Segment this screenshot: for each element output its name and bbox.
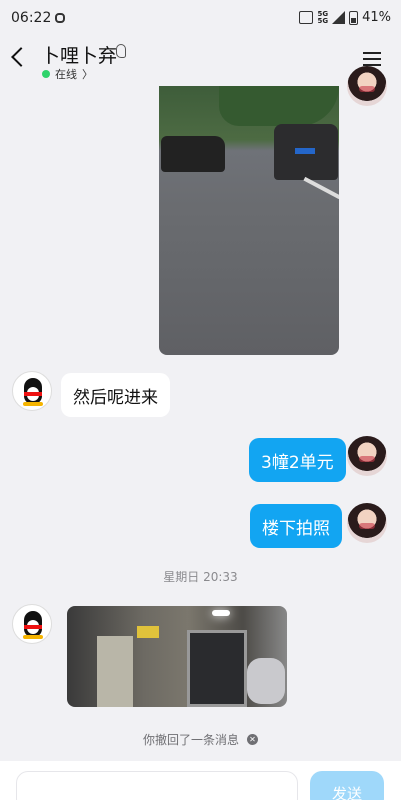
status-time: 06:22 (11, 10, 52, 26)
online-status-label: 在线 (55, 68, 77, 81)
my-avatar[interactable] (347, 436, 387, 476)
message-input[interactable] (16, 771, 298, 800)
nfc-icon (299, 11, 314, 24)
message-bubble[interactable]: 然后呢进来 (61, 373, 170, 417)
sign-shape (137, 626, 159, 638)
my-avatar[interactable] (347, 66, 387, 106)
close-icon[interactable]: ✕ (247, 734, 258, 745)
ear-icon[interactable] (116, 44, 126, 58)
battery-icon (349, 10, 359, 25)
network-5g-icon: 5G 5G (317, 9, 329, 25)
shelf-shape (97, 636, 133, 707)
menu-icon[interactable] (363, 52, 381, 66)
input-bar: 发送 (0, 761, 401, 800)
status-right: 5G 5G 41% (299, 10, 391, 25)
trees-shape (219, 86, 339, 126)
battery-percent: 41% (362, 10, 391, 25)
road-marking-shape (303, 176, 339, 200)
bike-shape (247, 658, 285, 704)
license-plate-shape (295, 148, 315, 154)
online-status[interactable]: 在线 〉 (42, 66, 93, 82)
message-bubble[interactable]: 3幢2单元 (249, 438, 346, 482)
signal-icon (332, 11, 346, 24)
doorway-photo-message[interactable] (67, 606, 287, 707)
chevron-right-icon: 〉 (82, 68, 93, 81)
back-icon[interactable] (11, 47, 31, 67)
light-shape (212, 610, 230, 616)
message-bubble[interactable]: 楼下拍照 (250, 504, 342, 548)
chat-header: 卜哩卜弃 在线 〉 (0, 36, 401, 86)
door-shape (187, 630, 247, 707)
chat-title[interactable]: 卜哩卜弃 (41, 41, 117, 68)
status-bar: 06:22 5G 5G 41% (0, 0, 401, 36)
street-photo-message[interactable] (159, 86, 339, 355)
my-avatar[interactable] (347, 503, 387, 543)
recall-notice: 你撤回了一条消息 ✕ (0, 731, 401, 748)
online-dot-icon (42, 70, 50, 78)
send-button[interactable]: 发送 (310, 771, 384, 800)
message-timestamp: 星期日 20:33 (163, 570, 238, 584)
contact-avatar[interactable] (12, 371, 52, 411)
car-shape (161, 136, 225, 172)
contact-avatar[interactable] (12, 604, 52, 644)
car-shape (274, 124, 338, 180)
notification-icon (55, 13, 65, 23)
recall-text: 你撤回了一条消息 (142, 733, 239, 747)
